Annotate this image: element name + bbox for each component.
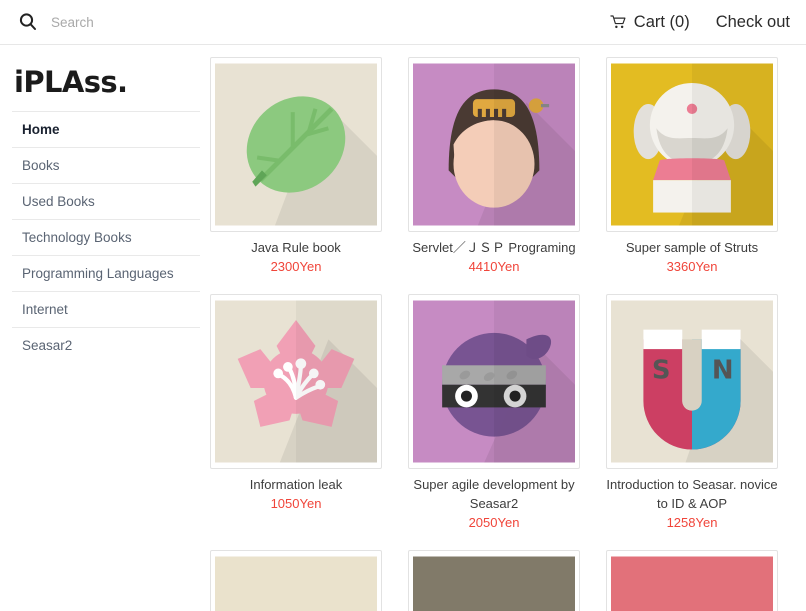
leaf-icon (215, 63, 377, 226)
top-bar: Cart (0) Check out (0, 0, 806, 45)
product-thumbnail[interactable] (408, 549, 580, 611)
cart-label: Cart (0) (633, 12, 690, 31)
cart-icon (610, 15, 627, 29)
product-title[interactable]: Introduction to Seasar. novice to ID & A… (606, 476, 778, 514)
sushi-icon (215, 556, 377, 611)
product-card[interactable]: Super agile development by Seasar2 2050Y… (408, 294, 580, 532)
mountain-icon (413, 556, 575, 611)
product-title[interactable]: Super agile development by Seasar2 (408, 476, 580, 514)
magnet-icon: S N (611, 300, 773, 463)
product-card[interactable]: Servlet／ＪＳＰ Programing 4410Yen (408, 57, 580, 276)
product-thumbnail[interactable] (210, 549, 382, 611)
search-box[interactable] (18, 12, 271, 32)
torii-icon (611, 556, 773, 611)
sidebar-item-internet[interactable]: Internet (12, 292, 200, 328)
search-icon[interactable] (18, 12, 38, 32)
product-thumbnail[interactable]: S N (606, 294, 778, 470)
product-thumbnail[interactable] (210, 57, 382, 232)
product-price: 1258Yen (666, 514, 718, 530)
product-price: 3360Yen (666, 258, 718, 274)
sidebar-item-books[interactable]: Books (12, 148, 200, 184)
product-price: 2050Yen (468, 514, 520, 530)
brand-logo[interactable]: iPLAss. (12, 63, 200, 111)
product-thumbnail[interactable] (210, 294, 382, 470)
product-card[interactable] (408, 549, 580, 611)
product-title[interactable]: Servlet／ＪＳＰ Programing (408, 239, 580, 258)
top-nav: Cart (0) Check out (610, 13, 790, 32)
sidebar-item-home[interactable]: Home (12, 112, 200, 148)
checkout-link[interactable]: Check out (716, 13, 790, 32)
product-card[interactable]: Information leak 1050Yen (210, 294, 382, 532)
sidebar-nav: Home Books Used Books Technology Books P… (12, 111, 200, 363)
product-title[interactable]: Java Rule book (210, 239, 382, 258)
product-card[interactable]: S N Introduction to Seasar. novice to ID… (606, 294, 778, 532)
sidebar: iPLAss. Home Books Used Books Technology… (0, 45, 200, 363)
product-card[interactable]: Super sample of Struts 3360Yen (606, 57, 778, 276)
geisha-icon (413, 63, 575, 226)
sidebar-item-programming-languages[interactable]: Programming Languages (12, 256, 200, 292)
product-title[interactable]: Information leak (210, 476, 382, 495)
product-thumbnail[interactable] (408, 57, 580, 232)
product-grid: Java Rule book 2300Yen Servlet／ＪＳＰ Progr… (210, 57, 792, 611)
sidebar-item-used-books[interactable]: Used Books (12, 184, 200, 220)
search-input[interactable] (51, 14, 271, 30)
svg-text:S: S (652, 355, 671, 385)
page-body: iPLAss. Home Books Used Books Technology… (0, 45, 806, 611)
product-price: 2300Yen (270, 258, 322, 274)
checkout-label: Check out (715, 12, 790, 31)
sakura-icon (215, 300, 377, 463)
product-card[interactable] (606, 549, 778, 611)
sidebar-item-technology-books[interactable]: Technology Books (12, 220, 200, 256)
product-price: 1050Yen (270, 495, 322, 511)
product-title[interactable]: Super sample of Struts (606, 239, 778, 258)
product-grid-area: Java Rule book 2300Yen Servlet／ＪＳＰ Progr… (200, 45, 806, 611)
product-thumbnail[interactable] (606, 549, 778, 611)
cart-link[interactable]: Cart (0) (610, 13, 690, 32)
ninja-icon (413, 300, 575, 463)
ganesha-icon (611, 63, 773, 226)
product-card[interactable]: Java Rule book 2300Yen (210, 57, 382, 276)
product-thumbnail[interactable] (606, 57, 778, 232)
product-card[interactable] (210, 549, 382, 611)
product-thumbnail[interactable] (408, 294, 580, 470)
product-price: 4410Yen (468, 258, 520, 274)
sidebar-item-seasar2[interactable]: Seasar2 (12, 328, 200, 363)
svg-text:N: N (712, 355, 734, 385)
